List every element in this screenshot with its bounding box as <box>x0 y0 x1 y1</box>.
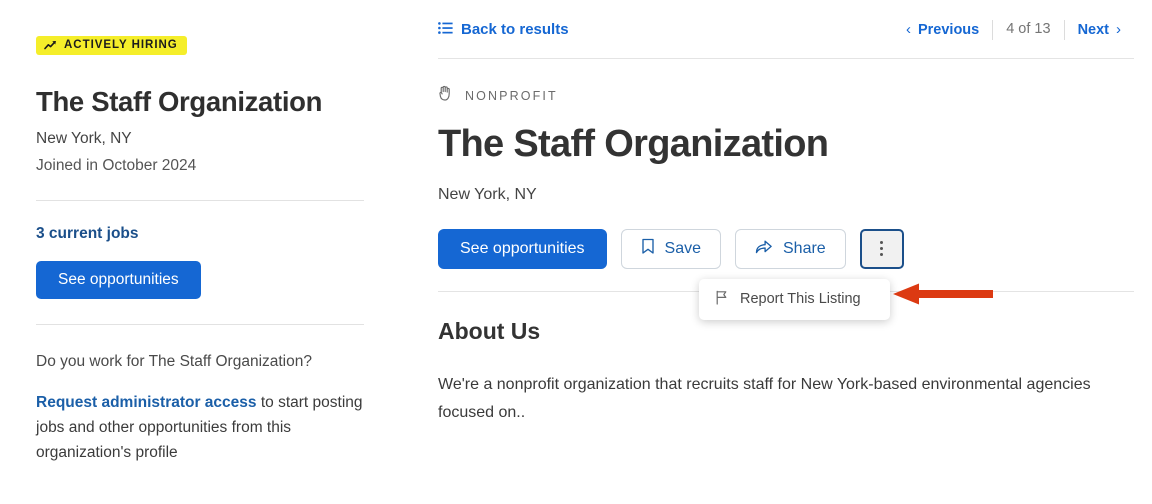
report-this-listing-item[interactable]: Report This Listing <box>699 285 890 314</box>
sidebar-org-name: The Staff Organization <box>36 85 323 117</box>
more-options-dropdown: Report This Listing <box>699 278 890 320</box>
next-label: Next <box>1077 21 1109 38</box>
report-this-listing-label: Report This Listing <box>740 291 861 308</box>
sidebar-see-opportunities-button[interactable]: See opportunities <box>36 261 201 300</box>
work-for-org-question: Do you work for The Staff Organization? <box>36 353 312 371</box>
red-arrow-left-icon <box>893 283 993 310</box>
sidebar-org-joined: Joined in October 2024 <box>36 157 197 175</box>
org-location: New York, NY <box>438 185 537 203</box>
actively-hiring-badge: ACTIVELY HIRING <box>36 36 187 55</box>
back-to-results-label: Back to results <box>461 21 569 39</box>
request-admin-access-link[interactable]: Request administrator access <box>36 394 257 411</box>
trending-up-icon <box>44 40 57 51</box>
actively-hiring-label: ACTIVELY HIRING <box>64 39 178 51</box>
results-pagination: ‹ Previous 4 of 13 Next › <box>893 20 1134 40</box>
page-title: The Staff Organization <box>438 122 829 165</box>
main-content: Back to results ‹ Previous 4 of 13 Next … <box>438 0 1152 504</box>
share-button[interactable]: Share <box>735 228 846 269</box>
sidebar-divider-2 <box>36 324 364 326</box>
action-buttons-row: See opportunities Save Share Report This… <box>438 228 1152 320</box>
previous-label: Previous <box>917 21 980 38</box>
sidebar-divider-1 <box>36 200 364 202</box>
admin-access-paragraph: Request administrator access to start po… <box>36 390 364 465</box>
organization-sidebar: ACTIVELY HIRING The Staff Organization N… <box>0 0 400 504</box>
see-opportunities-button[interactable]: See opportunities <box>438 228 607 269</box>
back-to-results-link[interactable]: Back to results <box>438 21 569 39</box>
save-label: Save <box>664 239 701 257</box>
top-navigation-bar: Back to results ‹ Previous 4 of 13 Next … <box>438 20 1152 40</box>
chevron-left-icon: ‹ <box>905 21 911 39</box>
bookmark-icon <box>641 238 655 260</box>
list-icon <box>438 21 453 39</box>
current-jobs-link[interactable]: 3 current jobs <box>36 225 139 243</box>
previous-button[interactable]: ‹ Previous <box>893 21 992 38</box>
helping-hand-icon <box>438 85 454 107</box>
flag-icon <box>715 290 729 309</box>
kebab-menu-icon <box>880 240 884 258</box>
chevron-right-icon: › <box>1116 21 1121 39</box>
category-row: NONPROFIT <box>438 85 1152 107</box>
about-us-body: We're a nonprofit organization that recr… <box>438 375 1091 422</box>
category-label: NONPROFIT <box>465 88 558 103</box>
save-button[interactable]: Save <box>620 228 721 269</box>
pagination-count: 4 of 13 <box>992 20 1065 40</box>
share-arrow-icon <box>755 238 773 260</box>
next-button[interactable]: Next › <box>1065 21 1134 38</box>
about-us-heading: About Us <box>438 317 541 344</box>
share-label: Share <box>783 239 826 257</box>
more-options-button[interactable] <box>859 228 904 269</box>
sidebar-org-location: New York, NY <box>36 130 132 148</box>
top-divider <box>438 57 1134 59</box>
organization-profile-page: ACTIVELY HIRING The Staff Organization N… <box>0 0 1152 504</box>
